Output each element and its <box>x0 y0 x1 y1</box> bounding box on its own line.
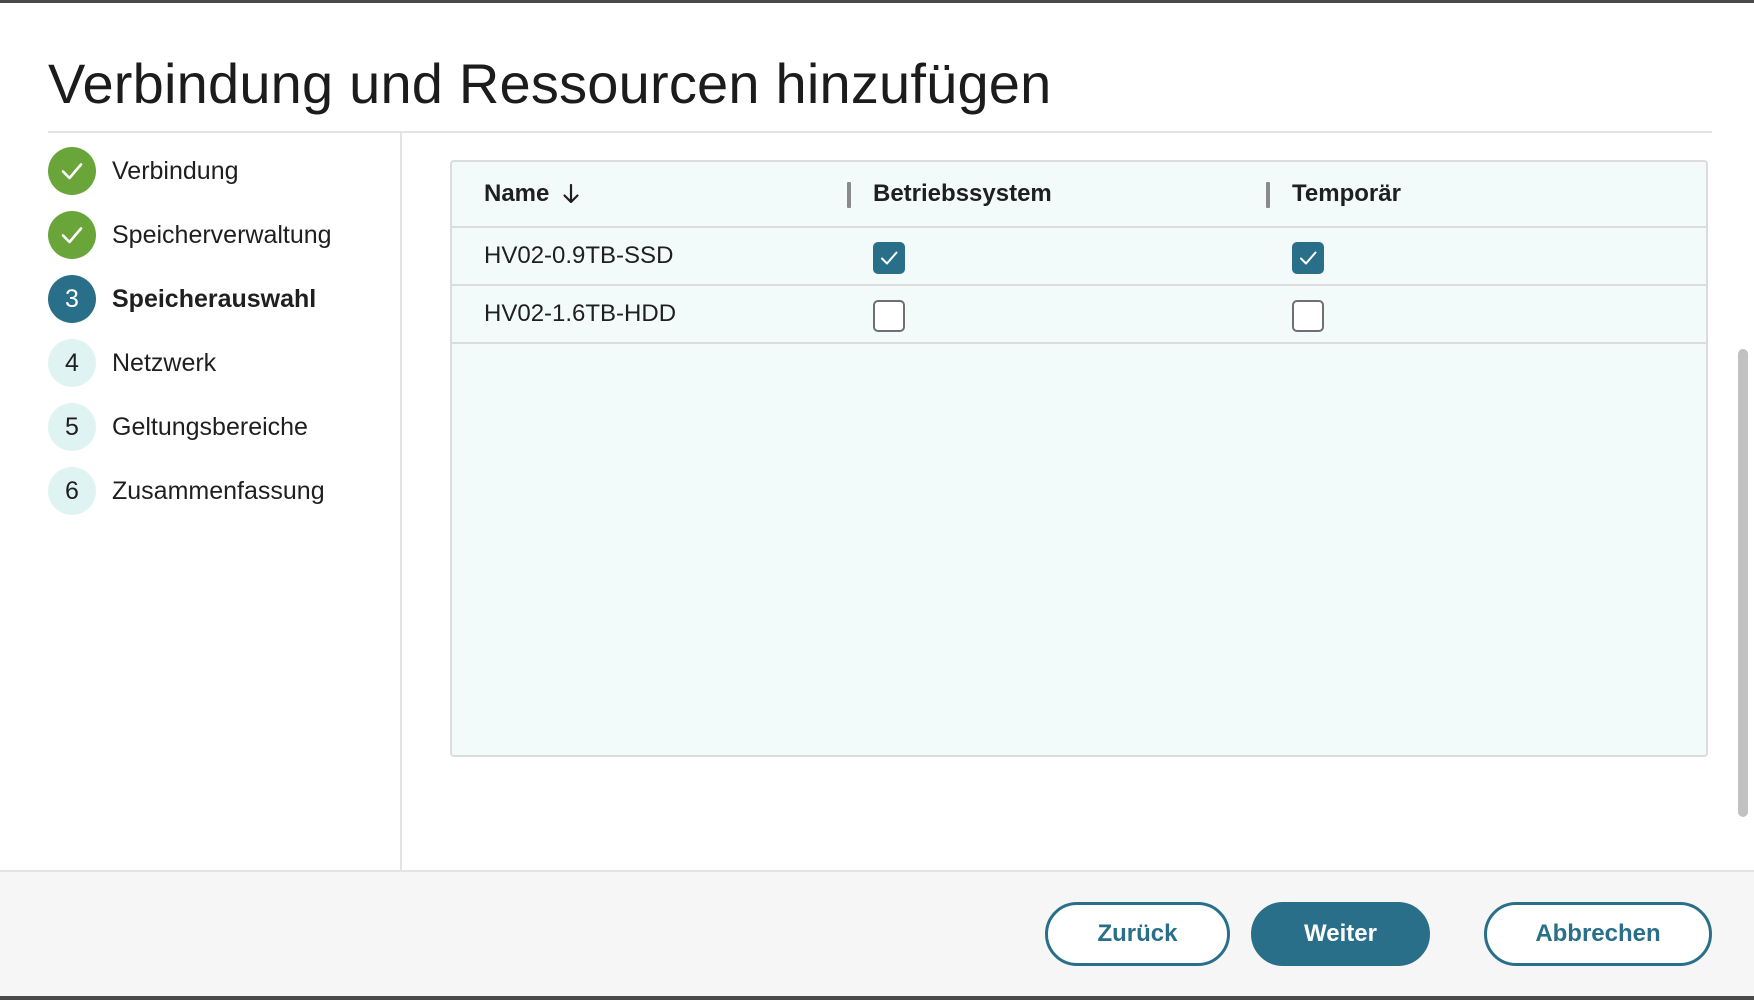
step-label: Geltungsbereiche <box>112 412 308 441</box>
back-button[interactable]: Zurück <box>1045 902 1230 966</box>
step-label: Verbindung <box>112 156 239 185</box>
table-header: Name Betriebssystem Temporär <box>452 162 1706 228</box>
add-connection-dialog: Verbindung und Ressourcen hinzufügen Ver… <box>0 3 1754 996</box>
column-resize-handle[interactable] <box>1266 182 1270 208</box>
wizard-steps-sidebar: Verbindung Speicherverwaltung 3 Speicher… <box>0 133 402 870</box>
column-header-temporaer[interactable]: Temporär <box>1292 162 1401 226</box>
checkmark-icon <box>881 251 898 265</box>
arrow-down-icon <box>563 183 579 204</box>
storage-name: HV02-1.6TB-HDD <box>484 300 677 327</box>
column-header-name[interactable]: Name <box>484 162 581 226</box>
checkmark-icon <box>1300 251 1317 265</box>
step-netzwerk[interactable]: 4 Netzwerk <box>48 339 216 387</box>
step-label: Speicherverwaltung <box>112 220 332 249</box>
column-header-betriebssystem[interactable]: Betriebssystem <box>873 162 1052 226</box>
column-header-label: Temporär <box>1292 180 1401 207</box>
step-speicherverwaltung[interactable]: Speicherverwaltung <box>48 211 332 259</box>
column-header-label: Betriebssystem <box>873 180 1052 207</box>
cancel-button[interactable]: Abbrechen <box>1484 902 1712 966</box>
step-zusammenfassung[interactable]: 6 Zusammenfassung <box>48 467 325 515</box>
table-row[interactable]: HV02-1.6TB-HDD <box>452 286 1706 344</box>
os-checkbox[interactable] <box>873 242 905 274</box>
temp-checkbox[interactable] <box>1292 300 1324 332</box>
storage-table: Name Betriebssystem Temporär HV02-0.9TB-… <box>450 160 1708 757</box>
column-resize-handle[interactable] <box>847 182 851 208</box>
step-geltungsbereiche[interactable]: 5 Geltungsbereiche <box>48 403 308 451</box>
step-verbindung[interactable]: Verbindung <box>48 147 239 195</box>
step-complete-check-icon <box>48 147 96 195</box>
column-header-label: Name <box>484 180 550 207</box>
step-number: 6 <box>48 467 96 515</box>
table-row[interactable]: HV02-0.9TB-SSD <box>452 228 1706 286</box>
storage-name: HV02-0.9TB-SSD <box>484 242 674 269</box>
vertical-scrollbar[interactable] <box>1738 349 1748 817</box>
step-number: 3 <box>48 275 96 323</box>
dialog-title: Verbindung und Ressourcen hinzufügen <box>48 52 1052 115</box>
dialog-footer: Zurück Weiter Abbrechen <box>0 870 1754 996</box>
os-checkbox[interactable] <box>873 300 905 332</box>
next-button[interactable]: Weiter <box>1251 902 1430 966</box>
step-number: 4 <box>48 339 96 387</box>
temp-checkbox[interactable] <box>1292 242 1324 274</box>
step-speicherauswahl[interactable]: 3 Speicherauswahl <box>48 275 316 323</box>
step-number: 5 <box>48 403 96 451</box>
step-label: Zusammenfassung <box>112 476 325 505</box>
step-label: Speicherauswahl <box>112 284 317 313</box>
step-complete-check-icon <box>48 211 96 259</box>
step-label: Netzwerk <box>112 348 217 377</box>
